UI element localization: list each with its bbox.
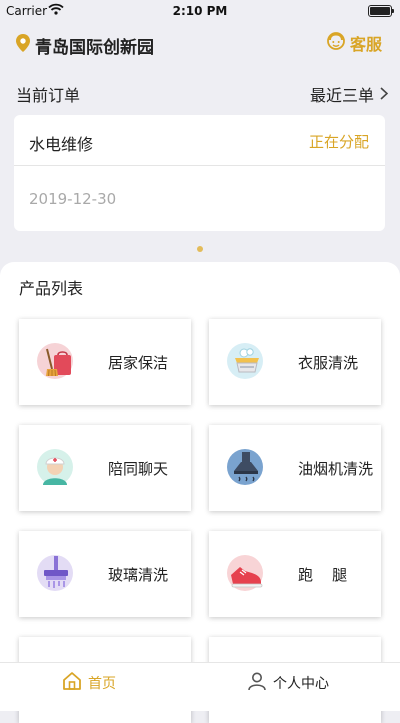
cleaning-icon: [35, 341, 79, 385]
product-tile-laundry[interactable]: 衣服清洗: [209, 319, 381, 405]
product-list-panel: 产品列表 居家保洁 衣服清洗 陪同聊天 油烟机清洗 玻璃清洗 跑 腿: [0, 262, 400, 723]
recent-orders-link[interactable]: 最近三单: [309, 82, 389, 106]
divider: [14, 165, 385, 166]
product-label: 衣服清洗: [298, 354, 359, 372]
product-list-heading: 产品列表: [19, 279, 84, 298]
battery-icon: [368, 5, 394, 17]
customer-service-icon: [326, 31, 346, 55]
product-tile-glass-cleaning[interactable]: 玻璃清洗: [19, 531, 191, 617]
sneaker-icon: [225, 553, 269, 597]
laundry-basin-icon: [225, 341, 269, 385]
product-label: 陪同聊天: [108, 460, 169, 478]
user-icon: [247, 671, 267, 695]
customer-service-button[interactable]: 客服: [326, 31, 382, 55]
order-status: 正在分配: [308, 133, 369, 151]
home-icon: [62, 671, 82, 695]
order-date: 2019-12-30: [29, 190, 117, 208]
order-service-name: 水电维修: [29, 135, 94, 154]
product-tile-home-cleaning[interactable]: 居家保洁: [19, 319, 191, 405]
product-tile-errand[interactable]: 跑 腿: [209, 531, 381, 617]
product-tile-companion-chat[interactable]: 陪同聊天: [19, 425, 191, 511]
location-pin-icon[interactable]: [16, 34, 30, 56]
product-label: 居家保洁: [108, 354, 169, 372]
clock-label: 2:10 PM: [172, 4, 228, 18]
nurse-icon: [35, 447, 79, 491]
product-label: 玻璃清洗: [108, 566, 169, 584]
customer-service-label: 客服: [349, 35, 382, 54]
recent-orders-label: 最近三单: [309, 86, 374, 105]
tab-bar: 首页 个人中心: [0, 662, 400, 711]
location-name[interactable]: 青岛国际创新园: [35, 33, 154, 58]
top-header: 青岛国际创新园 客服: [0, 28, 400, 60]
product-label: 跑 腿: [298, 566, 348, 584]
status-bar: Carrier 2:10 PM: [0, 0, 400, 22]
chevron-right-icon: [380, 85, 389, 104]
tab-profile[interactable]: 个人中心: [247, 671, 329, 695]
range-hood-icon: [225, 447, 269, 491]
window-cleaning-icon: [35, 553, 79, 597]
product-tile-range-hood[interactable]: 油烟机清洗: [209, 425, 381, 511]
product-label: 油烟机清洗: [298, 460, 374, 478]
tab-home[interactable]: 首页: [62, 671, 116, 695]
current-order-heading: 当前订单: [16, 86, 81, 105]
tab-profile-label: 个人中心: [273, 676, 329, 692]
current-order-card[interactable]: 水电维修 正在分配 2019-12-30: [14, 115, 385, 231]
pager-dot[interactable]: [197, 246, 203, 252]
tab-home-label: 首页: [88, 676, 116, 692]
